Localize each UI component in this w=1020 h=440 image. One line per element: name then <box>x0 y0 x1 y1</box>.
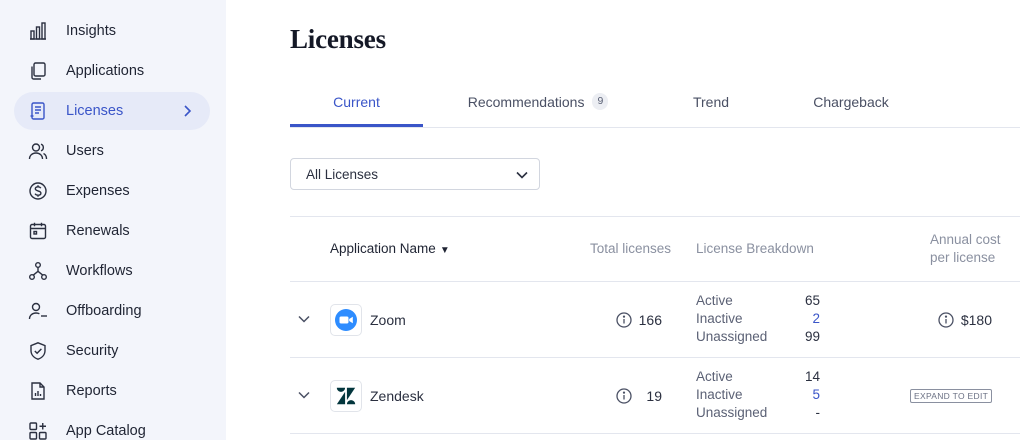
zendesk-logo-icon <box>330 380 362 412</box>
sidebar-item-workflows[interactable]: Workflows <box>14 252 210 290</box>
sort-desc-icon: ▼ <box>439 245 450 256</box>
table-row: Zoom 166 Active Inactive Unassigned 65 2… <box>290 282 1020 358</box>
annual-cost-cell: $180 <box>938 311 992 329</box>
tab-label: Chargeback <box>813 94 889 110</box>
unassigned-count: - <box>815 405 821 420</box>
table-header: Application Name ▼ Total licenses License… <box>290 216 1020 282</box>
page-title: Licenses <box>290 24 386 54</box>
breakdown-label: Unassigned <box>696 405 768 420</box>
total-licenses-value: 166 <box>638 312 662 328</box>
sidebar-item-security[interactable]: Security <box>14 332 210 370</box>
report-document-icon <box>28 381 48 401</box>
breakdown-label: Active <box>696 369 733 384</box>
breakdown-label: Active <box>696 293 733 308</box>
total-licenses-cell: 19 <box>616 387 662 405</box>
column-header-label: Application Name <box>330 241 436 256</box>
chevron-right-icon <box>180 103 194 119</box>
breakdown-label: Inactive <box>696 311 743 326</box>
zoom-logo-icon <box>330 304 362 336</box>
dollar-circle-icon <box>28 181 48 201</box>
column-header-license-breakdown: License Breakdown <box>696 241 814 256</box>
column-header-application-name[interactable]: Application Name ▼ <box>330 240 450 260</box>
license-document-icon <box>28 101 48 121</box>
info-icon[interactable] <box>938 312 954 328</box>
workflow-icon <box>28 261 48 281</box>
sidebar-item-label: Offboarding <box>66 303 142 319</box>
column-header-total-licenses: Total licenses <box>590 241 672 256</box>
breakdown-label: Unassigned <box>696 329 768 344</box>
chevron-down-icon[interactable] <box>297 388 311 402</box>
sidebar-item-label: Applications <box>66 63 145 79</box>
active-count: 65 <box>804 293 820 308</box>
tab-current[interactable]: Current <box>290 86 423 127</box>
app-name[interactable]: Zendesk <box>370 388 424 404</box>
total-licenses-value: 19 <box>646 388 662 404</box>
sidebar-item-app-catalog[interactable]: App Catalog <box>14 412 210 440</box>
tab-bar: Current Recommendations 9 Trend Chargeba… <box>290 86 1020 128</box>
sidebar-item-applications[interactable]: Applications <box>14 52 210 90</box>
sidebar-item-label: Reports <box>66 383 117 399</box>
active-count: 14 <box>804 369 820 384</box>
sidebar-item-expenses[interactable]: Expenses <box>14 172 210 210</box>
sidebar-item-licenses[interactable]: Licenses <box>14 92 210 130</box>
sidebar-item-insights[interactable]: Insights <box>14 12 210 50</box>
tab-label: Recommendations <box>467 94 585 110</box>
sidebar-item-users[interactable]: Users <box>14 132 210 170</box>
tab-trend[interactable]: Trend <box>685 86 737 127</box>
sidebar-item-label: Workflows <box>66 263 133 279</box>
sidebar-item-label: Users <box>66 143 104 159</box>
calendar-icon <box>28 221 48 241</box>
info-icon[interactable] <box>616 312 632 328</box>
column-header-annual-cost: Annual cost per license <box>930 232 1001 265</box>
chevron-down-icon[interactable] <box>297 312 311 326</box>
inactive-count-link[interactable]: 5 <box>760 386 820 404</box>
tab-recommendations[interactable]: Recommendations 9 <box>467 86 609 127</box>
license-filter-select[interactable]: All Licenses <box>290 158 540 190</box>
sidebar-item-label: Licenses <box>66 103 124 119</box>
table-row: Zendesk 19 Active Inactive Unassigned 14… <box>290 358 1020 434</box>
chevron-down-icon <box>515 168 529 182</box>
expand-to-edit-button[interactable]: EXPAND TO EDIT <box>910 389 993 403</box>
app-name[interactable]: Zoom <box>370 312 406 328</box>
sidebar-item-label: App Catalog <box>66 423 146 439</box>
breakdown-label: Inactive <box>696 387 743 402</box>
unassigned-count: 99 <box>804 329 820 344</box>
total-licenses-cell: 166 <box>616 311 662 329</box>
copy-icon <box>28 61 48 81</box>
annual-cost-value: $180 <box>960 312 992 328</box>
sidebar-item-reports[interactable]: Reports <box>14 372 210 410</box>
sidebar-item-label: Security <box>66 343 119 359</box>
shield-check-icon <box>28 341 48 361</box>
user-minus-icon <box>28 301 48 321</box>
select-value: All Licenses <box>306 167 379 182</box>
tab-chargeback[interactable]: Chargeback <box>810 86 892 127</box>
tab-label: Current <box>333 94 380 110</box>
grid-plus-icon <box>28 421 48 440</box>
sidebar-item-label: Expenses <box>66 183 130 199</box>
count-badge: 9 <box>592 93 609 110</box>
sidebar-item-label: Insights <box>66 23 116 39</box>
info-icon[interactable] <box>616 388 632 404</box>
tab-label: Trend <box>692 94 730 110</box>
sidebar-item-renewals[interactable]: Renewals <box>14 212 210 250</box>
sidebar: Insights Applications Licenses Users Exp… <box>0 0 226 440</box>
sidebar-item-offboarding[interactable]: Offboarding <box>14 292 210 330</box>
users-icon <box>28 141 48 161</box>
bar-chart-icon <box>28 21 48 41</box>
inactive-count-link[interactable]: 2 <box>760 310 820 328</box>
sidebar-item-label: Renewals <box>66 223 130 239</box>
